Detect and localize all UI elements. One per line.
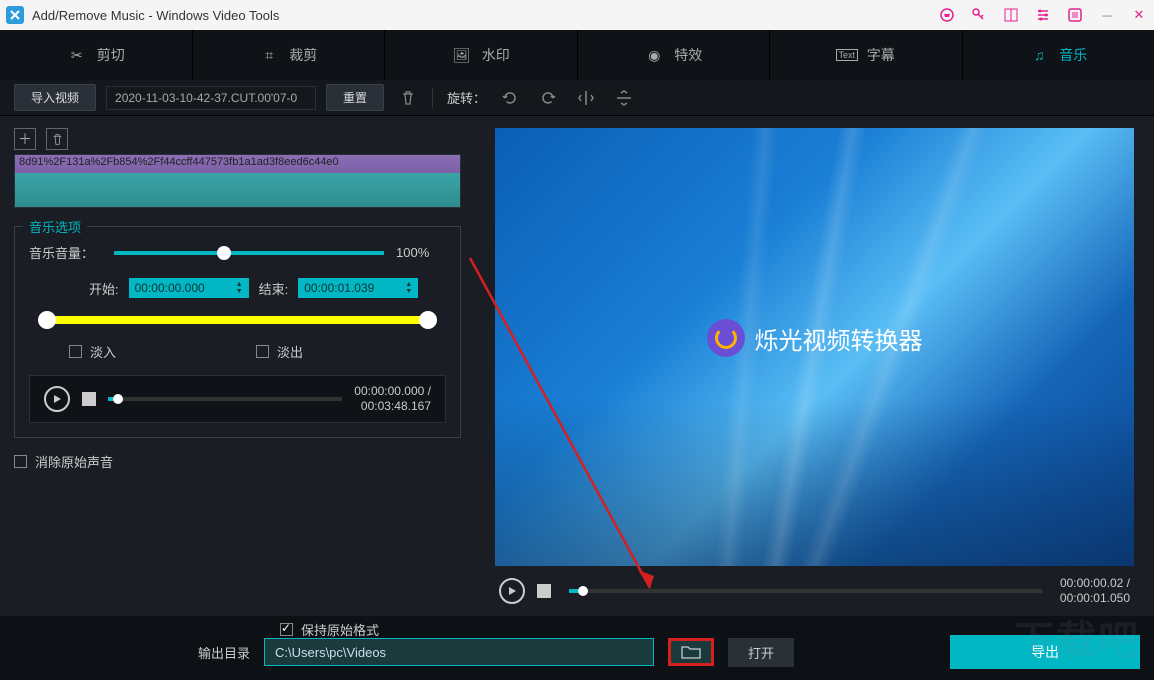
delete-track-button[interactable] [46, 128, 68, 150]
menu-icon[interactable] [1066, 6, 1084, 24]
tab-effect-label: 特效 [674, 45, 702, 65]
export-button[interactable]: 导出 [950, 635, 1140, 669]
range-handle-right[interactable] [419, 311, 437, 329]
reset-button[interactable]: 重置 [326, 84, 384, 111]
fade-in-checkbox[interactable]: 淡入 [69, 342, 116, 361]
tab-bar: ✂ 剪切 ⌗ 裁剪 🖼 水印 ◉ 特效 Text 字幕 ♫ 音乐 [0, 30, 1154, 80]
preview-time-display: 00:00:00.02 /00:00:01.050 [1060, 576, 1130, 606]
end-spinner[interactable]: ▲▼ [405, 281, 412, 295]
volume-percent: 100% [396, 245, 446, 260]
watermark-text: 烁光视频转换器 [755, 321, 923, 356]
music-progress-thumb[interactable] [113, 394, 123, 404]
tab-watermark[interactable]: 🖼 水印 [385, 30, 578, 80]
music-progress[interactable] [108, 397, 342, 401]
start-spinner[interactable]: ▲▼ [236, 281, 243, 295]
waveform [15, 173, 460, 208]
remove-original-audio-checkbox[interactable]: 消除原始声音 [14, 452, 461, 471]
left-panel: ＋ 8d91%2F131a%2Fb854%2Ff44ccff447573fb1a… [0, 116, 475, 616]
volume-label: 音乐音量： [29, 243, 114, 262]
text-icon: Text [837, 45, 857, 65]
layout-icon[interactable] [1002, 6, 1020, 24]
remove-original-label: 消除原始声音 [35, 452, 113, 471]
fade-out-checkbox[interactable]: 淡出 [256, 342, 303, 361]
cart-icon[interactable] [938, 6, 956, 24]
effect-icon: ◉ [644, 45, 664, 65]
add-track-button[interactable]: ＋ [14, 128, 36, 150]
tab-crop[interactable]: ⌗ 裁剪 [193, 30, 386, 80]
volume-thumb[interactable] [217, 246, 231, 260]
current-file-name: 2020-11-03-10-42-37.CUT.00'07-0 [106, 86, 316, 110]
end-time-value: 00:00:01.039 [304, 281, 374, 295]
tab-subtitle[interactable]: Text 字幕 [770, 30, 963, 80]
tab-music[interactable]: ♫ 音乐 [963, 30, 1154, 80]
tab-crop-label: 裁剪 [289, 45, 317, 65]
output-path-input[interactable]: C:\Users\pc\Videos [264, 638, 654, 666]
start-time-input[interactable]: 00:00:00.000 ▲▼ [129, 278, 249, 298]
preview-progress[interactable] [569, 589, 1042, 593]
keep-format-label: 保持原始格式 [301, 620, 379, 639]
preview-progress-thumb[interactable] [578, 586, 588, 596]
crop-icon: ⌗ [259, 45, 279, 65]
flip-horizontal-icon[interactable] [572, 84, 600, 112]
video-preview[interactable]: 烁光视频转换器 [495, 128, 1134, 566]
tab-subtitle-label: 字幕 [867, 45, 895, 65]
scissors-icon: ✂ [67, 45, 87, 65]
audio-timeline[interactable]: 8d91%2F131a%2Fb854%2Ff44ccff447573fb1a1a… [14, 154, 461, 208]
music-icon: ♫ [1029, 45, 1049, 65]
tab-cut[interactable]: ✂ 剪切 [0, 30, 193, 80]
start-time-value: 00:00:00.000 [135, 281, 205, 295]
volume-slider[interactable] [114, 251, 384, 255]
rotate-cw-icon[interactable] [534, 84, 562, 112]
rotate-label: 旋转： [447, 88, 486, 107]
delete-icon[interactable] [394, 84, 422, 112]
start-time-label: 开始: [89, 279, 119, 298]
music-time-display: 00:00:00.000 /00:03:48.167 [354, 384, 431, 414]
tab-music-label: 音乐 [1059, 45, 1087, 65]
music-player: 00:00:00.000 /00:03:48.167 [29, 375, 446, 423]
bottom-bar: 保持原始格式 输出目录 C:\Users\pc\Videos 打开 导出 下载吧 [0, 616, 1154, 680]
fade-in-label: 淡入 [90, 342, 116, 361]
audio-clip[interactable]: 8d91%2F131a%2Fb854%2Ff44ccff447573fb1a1a… [15, 155, 460, 173]
preview-stop-button[interactable] [537, 584, 551, 598]
flip-vertical-icon[interactable] [610, 84, 638, 112]
toolbar: 导入视频 2020-11-03-10-42-37.CUT.00'07-0 重置 … [0, 80, 1154, 116]
tab-effect[interactable]: ◉ 特效 [578, 30, 771, 80]
titlebar-controls: ─ ✕ [938, 6, 1148, 24]
music-options-panel: 音乐选项 音乐音量： 100% 开始: 00:00:00.000▲▼ 结束: 0… [14, 226, 461, 438]
range-slider[interactable] [47, 316, 428, 324]
import-video-button[interactable]: 导入视频 [14, 84, 96, 111]
output-dir-label: 输出目录 [198, 643, 250, 662]
preview-player: 00:00:00.02 /00:00:01.050 [495, 566, 1134, 606]
key-icon[interactable] [970, 6, 988, 24]
minimize-button[interactable]: ─ [1098, 6, 1116, 24]
preview-play-button[interactable] [499, 578, 525, 604]
end-time-label: 结束: [259, 279, 289, 298]
right-panel: 烁光视频转换器 00:00:00.02 /00:00:01.050 [475, 116, 1154, 616]
keep-format-checkbox[interactable]: 保持原始格式 [280, 620, 379, 639]
settings-icon[interactable] [1034, 6, 1052, 24]
app-logo [6, 6, 24, 24]
tab-cut-label: 剪切 [97, 45, 125, 65]
range-handle-left[interactable] [38, 311, 56, 329]
watermark-logo-icon [707, 319, 745, 357]
close-button[interactable]: ✕ [1130, 6, 1148, 24]
tab-watermark-label: 水印 [482, 45, 510, 65]
titlebar: Add/Remove Music - Windows Video Tools ─… [0, 0, 1154, 30]
end-time-input[interactable]: 00:00:01.039 ▲▼ [298, 278, 418, 298]
preview-watermark: 烁光视频转换器 [691, 311, 939, 365]
window-title: Add/Remove Music - Windows Video Tools [32, 8, 938, 23]
open-folder-button[interactable]: 打开 [728, 638, 794, 667]
music-options-title: 音乐选项 [23, 217, 87, 236]
browse-folder-button[interactable] [668, 638, 714, 666]
music-stop-button[interactable] [82, 392, 96, 406]
image-icon: 🖼 [452, 45, 472, 65]
rotate-ccw-icon[interactable] [496, 84, 524, 112]
fade-out-label: 淡出 [277, 342, 303, 361]
music-play-button[interactable] [44, 386, 70, 412]
